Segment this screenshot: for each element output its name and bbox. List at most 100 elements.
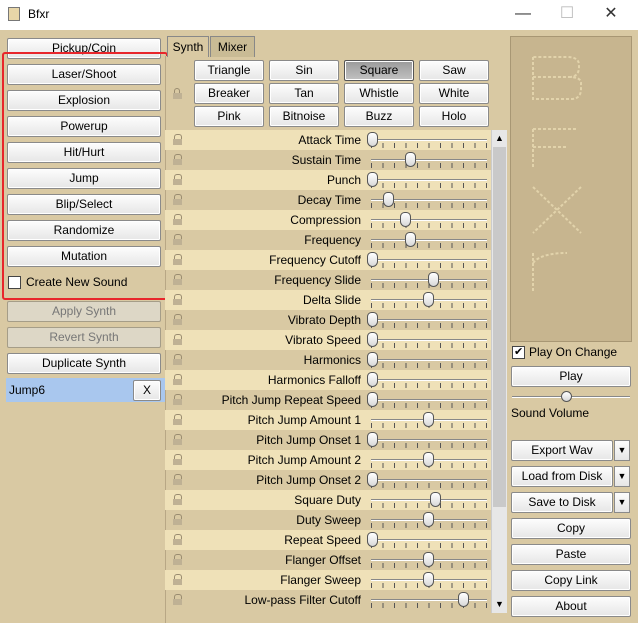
slider-knob[interactable]	[430, 492, 441, 507]
lock-icon[interactable]	[172, 554, 184, 566]
play-button[interactable]: Play	[511, 366, 631, 387]
slider-track[interactable]	[371, 259, 487, 261]
slider-track[interactable]	[371, 539, 487, 541]
waveform-triangle-button[interactable]: Triangle	[194, 60, 264, 81]
slider-knob[interactable]	[383, 192, 394, 207]
slider-knob[interactable]	[367, 172, 378, 187]
lock-icon[interactable]	[172, 494, 184, 506]
lock-icon[interactable]	[172, 174, 184, 186]
slider-knob[interactable]	[423, 572, 434, 587]
lock-icon[interactable]	[172, 354, 184, 366]
lock-icon[interactable]	[172, 134, 184, 146]
lock-icon[interactable]	[172, 594, 184, 606]
lock-icon[interactable]	[172, 314, 184, 326]
lock-icon[interactable]	[172, 234, 184, 246]
waveform-whistle-button[interactable]: Whistle	[344, 83, 414, 104]
play-on-change-checkbox[interactable]	[512, 345, 525, 359]
slider-knob[interactable]	[367, 252, 378, 267]
slider-knob[interactable]	[428, 272, 439, 287]
lock-icon[interactable]	[172, 334, 184, 346]
slider-knob[interactable]	[367, 532, 378, 547]
slider-knob[interactable]	[423, 552, 434, 567]
slider-knob[interactable]	[423, 412, 434, 427]
save-dropdown-icon[interactable]: ▼	[614, 492, 630, 513]
revert-synth-button[interactable]: Revert Synth	[7, 327, 161, 348]
lock-icon[interactable]	[172, 574, 184, 586]
slider-track[interactable]	[371, 359, 487, 361]
lock-icon[interactable]	[172, 434, 184, 446]
save-to-disk-button[interactable]: Save to Disk	[511, 492, 613, 513]
load-dropdown-icon[interactable]: ▼	[614, 466, 630, 487]
waveform-buzz-button[interactable]: Buzz	[344, 106, 414, 127]
lock-icon[interactable]	[172, 294, 184, 306]
parameter-scrollbar[interactable]: ▲ ▼	[491, 130, 507, 613]
waveform-holo-button[interactable]: Holo	[419, 106, 489, 127]
lock-icon[interactable]	[172, 374, 184, 386]
slider-knob[interactable]	[367, 352, 378, 367]
slider-track[interactable]	[371, 339, 487, 341]
tab-synth[interactable]: Synth	[167, 36, 209, 57]
lock-icon[interactable]	[172, 534, 184, 546]
maximize-button[interactable]: ☐	[553, 4, 581, 26]
apply-synth-button[interactable]: Apply Synth	[7, 301, 161, 322]
slider-track[interactable]	[371, 219, 487, 221]
slider-track[interactable]	[371, 439, 487, 441]
slider-knob[interactable]	[423, 452, 434, 467]
slider-track[interactable]	[371, 179, 487, 181]
export-wav-button[interactable]: Export Wav	[511, 440, 613, 461]
delete-sound-button[interactable]: X	[133, 380, 161, 401]
slider-knob[interactable]	[367, 372, 378, 387]
slider-track[interactable]	[371, 319, 487, 321]
sound-volume-knob[interactable]	[561, 391, 572, 402]
slider-knob[interactable]	[458, 592, 469, 607]
waveform-tan-button[interactable]: Tan	[269, 83, 339, 104]
create-new-sound-checkbox[interactable]	[8, 276, 21, 289]
export-wav-dropdown-icon[interactable]: ▼	[614, 440, 630, 461]
slider-knob[interactable]	[405, 232, 416, 247]
slider-track[interactable]	[371, 239, 487, 241]
close-button[interactable]: ✕	[597, 4, 625, 26]
lock-icon[interactable]	[172, 154, 184, 166]
scroll-up-arrow-icon[interactable]: ▲	[492, 130, 507, 147]
lock-icon[interactable]	[172, 514, 184, 526]
lock-icon[interactable]	[172, 414, 184, 426]
load-from-disk-button[interactable]: Load from Disk	[511, 466, 613, 487]
minimize-button[interactable]: —	[509, 4, 537, 26]
lock-icon[interactable]	[172, 454, 184, 466]
lock-icon[interactable]	[172, 194, 184, 206]
lock-icon[interactable]	[172, 254, 184, 266]
slider-knob[interactable]	[367, 432, 378, 447]
slider-track[interactable]	[371, 399, 487, 401]
slider-knob[interactable]	[423, 292, 434, 307]
waveform-bitnoise-button[interactable]: Bitnoise	[269, 106, 339, 127]
slider-knob[interactable]	[367, 132, 378, 147]
waveform-pink-button[interactable]: Pink	[194, 106, 264, 127]
slider-track[interactable]	[371, 479, 487, 481]
copy-link-button[interactable]: Copy Link	[511, 570, 631, 591]
scroll-thumb[interactable]	[493, 147, 506, 507]
lock-icon[interactable]	[172, 474, 184, 486]
slider-track[interactable]	[371, 599, 487, 601]
duplicate-synth-button[interactable]: Duplicate Synth	[7, 353, 161, 374]
tab-mixer[interactable]: Mixer	[210, 36, 255, 57]
about-button[interactable]: About	[511, 596, 631, 617]
lock-icon[interactable]	[172, 274, 184, 286]
slider-knob[interactable]	[367, 392, 378, 407]
waveform-breaker-button[interactable]: Breaker	[194, 83, 264, 104]
scroll-down-arrow-icon[interactable]: ▼	[492, 596, 507, 613]
slider-track[interactable]	[371, 159, 487, 161]
waveform-sin-button[interactable]: Sin	[269, 60, 339, 81]
slider-track[interactable]	[371, 499, 487, 501]
copy-button[interactable]: Copy	[511, 518, 631, 539]
slider-knob[interactable]	[367, 312, 378, 327]
slider-knob[interactable]	[423, 512, 434, 527]
slider-knob[interactable]	[367, 472, 378, 487]
waveform-white-button[interactable]: White	[419, 83, 489, 104]
slider-knob[interactable]	[405, 152, 416, 167]
lock-icon[interactable]	[172, 394, 184, 406]
slider-knob[interactable]	[367, 332, 378, 347]
slider-knob[interactable]	[400, 212, 411, 227]
waveform-lock-icon[interactable]	[172, 88, 184, 100]
slider-track[interactable]	[371, 379, 487, 381]
paste-button[interactable]: Paste	[511, 544, 631, 565]
